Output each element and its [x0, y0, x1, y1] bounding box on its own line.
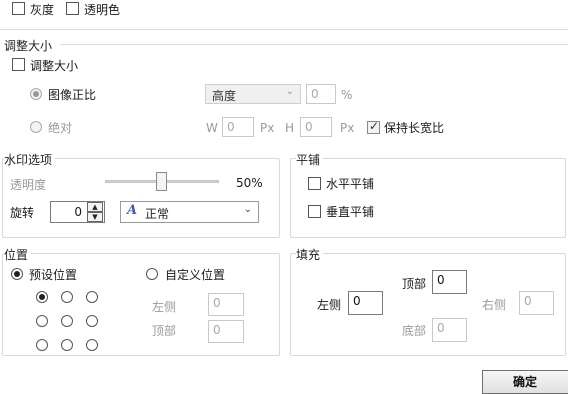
- divider: [0, 29, 568, 30]
- tile-group: [290, 158, 566, 238]
- proportional-radio[interactable]: [30, 88, 42, 100]
- font-style-icon: A: [127, 203, 138, 218]
- rotate-down-button[interactable]: ▼: [87, 212, 103, 222]
- watermark-options-title: 水印选项: [4, 151, 56, 168]
- preset-position-label: 预设位置: [29, 268, 78, 282]
- resize-checkbox[interactable]: [12, 58, 25, 71]
- anchor-middle-center-radio[interactable]: [61, 315, 73, 327]
- height-input[interactable]: 0: [300, 117, 332, 137]
- grayscale-label: 灰度: [30, 3, 55, 17]
- anchor-top-center-radio[interactable]: [61, 291, 73, 303]
- dimension-select[interactable]: 高度 ⌄: [205, 84, 301, 104]
- position-title: 位置: [4, 246, 32, 263]
- percent-unit: %: [341, 88, 353, 102]
- fill-bottom-label: 底部: [402, 324, 427, 338]
- width-unit: Px: [260, 121, 275, 135]
- custom-left-label: 左侧: [152, 300, 177, 314]
- fill-top-label: 顶部: [402, 277, 427, 291]
- preset-position-radio[interactable]: [11, 268, 23, 280]
- custom-position-label: 自定义位置: [165, 268, 226, 282]
- blend-mode-value: 正常: [145, 207, 170, 221]
- height-label: H: [285, 121, 295, 135]
- fill-right-input[interactable]: 0: [519, 291, 554, 315]
- chevron-down-icon: ⌄: [285, 86, 294, 97]
- chevron-down-icon: ⌄: [243, 204, 252, 215]
- tile-vertical-label: 垂直平铺: [326, 205, 375, 219]
- anchor-bottom-center-radio[interactable]: [61, 339, 73, 351]
- watermark-options-group: [2, 158, 280, 238]
- rotate-label: 旋转: [10, 206, 35, 220]
- absolute-radio[interactable]: [30, 121, 42, 133]
- dimension-select-value: 高度: [212, 89, 237, 103]
- tile-horizontal-checkbox[interactable]: [308, 177, 321, 190]
- custom-top-label: 顶部: [152, 324, 177, 338]
- custom-top-input[interactable]: 0: [208, 320, 244, 343]
- absolute-label: 绝对: [48, 121, 73, 135]
- proportional-label: 图像正比: [48, 88, 97, 102]
- transparent-color-checkbox[interactable]: [66, 2, 79, 15]
- anchor-bottom-left-radio[interactable]: [36, 339, 48, 351]
- anchor-top-right-radio[interactable]: [86, 291, 98, 303]
- height-unit: Px: [340, 121, 355, 135]
- percent-input[interactable]: 0: [306, 84, 336, 104]
- opacity-slider-thumb[interactable]: [156, 172, 167, 191]
- anchor-top-left-radio[interactable]: [36, 291, 48, 303]
- anchor-bottom-right-radio[interactable]: [86, 339, 98, 351]
- width-input[interactable]: 0: [222, 117, 254, 137]
- custom-position-radio[interactable]: [146, 268, 158, 280]
- anchor-middle-right-radio[interactable]: [86, 315, 98, 327]
- tile-vertical-checkbox[interactable]: [308, 205, 321, 218]
- opacity-label: 透明度: [10, 178, 47, 192]
- resize-checkbox-label: 调整大小: [30, 59, 79, 73]
- resize-section-title: 调整大小: [4, 39, 53, 53]
- fill-top-input[interactable]: 0: [432, 270, 467, 294]
- keep-ratio-label: 保持长宽比: [384, 121, 445, 135]
- fill-left-label: 左侧: [317, 298, 342, 312]
- grayscale-checkbox[interactable]: [12, 2, 25, 15]
- ok-button[interactable]: 确定: [482, 370, 568, 394]
- divider: [60, 44, 568, 45]
- opacity-value: 50%: [236, 176, 263, 190]
- blend-mode-select[interactable]: A 正常 ⌄: [120, 201, 259, 223]
- tile-title: 平铺: [296, 151, 324, 168]
- fill-title: 填充: [296, 246, 324, 263]
- tile-horizontal-label: 水平平铺: [326, 177, 375, 191]
- width-label: W: [206, 121, 218, 135]
- fill-right-label: 右侧: [482, 298, 507, 312]
- custom-left-input[interactable]: 0: [208, 293, 244, 316]
- keep-ratio-checkbox[interactable]: [367, 119, 380, 134]
- rotate-value: 0: [74, 205, 82, 219]
- anchor-middle-left-radio[interactable]: [36, 315, 48, 327]
- rotate-up-button[interactable]: ▲: [87, 202, 103, 212]
- fill-bottom-input[interactable]: 0: [432, 318, 467, 342]
- fill-left-input[interactable]: 0: [348, 291, 383, 315]
- transparent-color-label: 透明色: [84, 3, 121, 17]
